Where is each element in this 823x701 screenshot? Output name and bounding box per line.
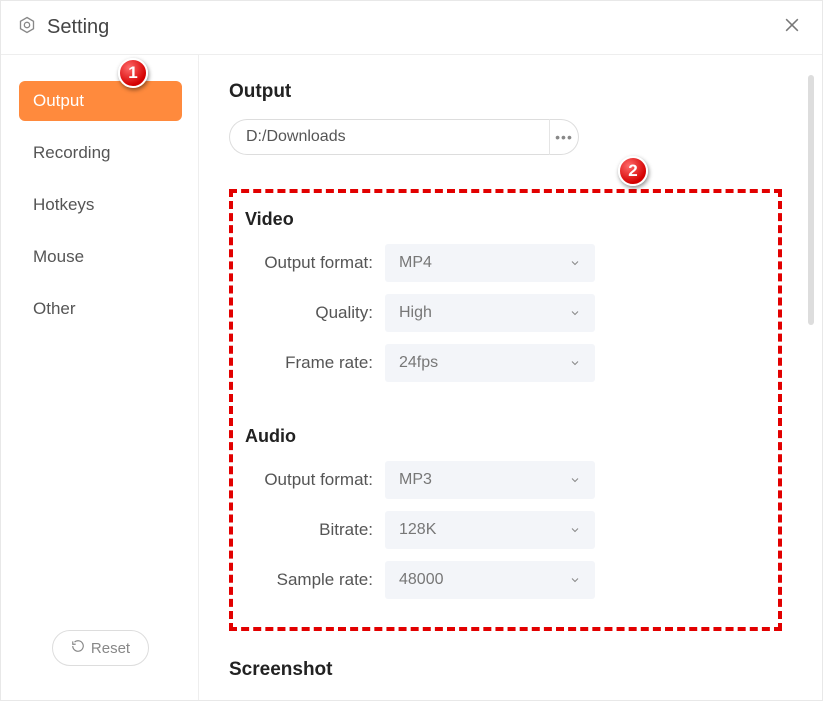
select-video-framerate[interactable]: 24fps (385, 344, 595, 382)
select-audio-bitrate[interactable]: 128K (385, 511, 595, 549)
annotation-highlight: Video Output format: MP4 Quality: High (229, 189, 782, 631)
field-video-quality: Quality: High (245, 294, 766, 332)
chevron-down-icon (569, 474, 581, 486)
chevron-down-icon (569, 307, 581, 319)
select-video-output-format[interactable]: MP4 (385, 244, 595, 282)
output-path-input[interactable] (229, 119, 549, 155)
field-label: Bitrate: (245, 520, 385, 540)
sidebar-item-recording[interactable]: Recording (19, 133, 182, 173)
nav-list: Output Recording Hotkeys Mouse Other (19, 81, 182, 329)
select-value: High (399, 304, 432, 322)
annotation-callout-1: 1 (118, 58, 148, 88)
sidebar-item-label: Mouse (33, 247, 84, 266)
output-path-row: ••• (229, 119, 782, 155)
select-audio-output-format[interactable]: MP3 (385, 461, 595, 499)
field-label: Quality: (245, 303, 385, 323)
field-audio-bitrate: Bitrate: 128K (245, 511, 766, 549)
sidebar-item-label: Other (33, 299, 76, 318)
section-title-audio: Audio (245, 426, 766, 447)
select-value: MP4 (399, 254, 432, 272)
field-label: Sample rate: (245, 570, 385, 590)
main-panel: Output ••• Video Output format: MP4 (199, 55, 822, 700)
section-title-screenshot: Screenshot (229, 659, 782, 681)
window-header: Setting (1, 1, 822, 55)
gear-icon (17, 15, 37, 40)
chevron-down-icon (569, 357, 581, 369)
select-video-quality[interactable]: High (385, 294, 595, 332)
field-label: Output format: (245, 253, 385, 273)
close-icon[interactable] (782, 15, 802, 40)
annotation-callout-2: 2 (618, 156, 648, 186)
sidebar: Output Recording Hotkeys Mouse Other Res… (1, 55, 199, 700)
chevron-down-icon (569, 257, 581, 269)
window-title: Setting (47, 16, 109, 39)
sidebar-item-label: Hotkeys (33, 195, 94, 214)
sidebar-item-label: Recording (33, 143, 111, 162)
browse-button[interactable]: ••• (549, 119, 579, 155)
select-audio-samplerate[interactable]: 48000 (385, 561, 595, 599)
field-video-framerate: Frame rate: 24fps (245, 344, 766, 382)
reset-label: Reset (91, 640, 130, 657)
reset-icon (71, 639, 85, 657)
field-audio-samplerate: Sample rate: 48000 (245, 561, 766, 599)
sidebar-item-other[interactable]: Other (19, 289, 182, 329)
field-video-output-format: Output format: MP4 (245, 244, 766, 282)
section-title-video: Video (245, 209, 766, 230)
field-audio-output-format: Output format: MP3 (245, 461, 766, 499)
field-label: Frame rate: (245, 353, 385, 373)
select-value: 24fps (399, 354, 438, 372)
reset-button[interactable]: Reset (52, 630, 149, 666)
sidebar-item-output[interactable]: Output (19, 81, 182, 121)
field-label: Output format: (245, 470, 385, 490)
select-value: 128K (399, 521, 436, 539)
chevron-down-icon (569, 574, 581, 586)
section-title-output: Output (229, 81, 782, 103)
ellipsis-icon: ••• (555, 129, 573, 145)
header-left: Setting (17, 15, 109, 40)
settings-window: Setting Output Recording Hotkeys Mouse O… (0, 0, 823, 701)
sidebar-item-label: Output (33, 91, 84, 110)
chevron-down-icon (569, 524, 581, 536)
sidebar-item-hotkeys[interactable]: Hotkeys (19, 185, 182, 225)
select-value: MP3 (399, 471, 432, 489)
scrollbar[interactable] (808, 75, 814, 325)
sidebar-item-mouse[interactable]: Mouse (19, 237, 182, 277)
select-value: 48000 (399, 571, 444, 589)
